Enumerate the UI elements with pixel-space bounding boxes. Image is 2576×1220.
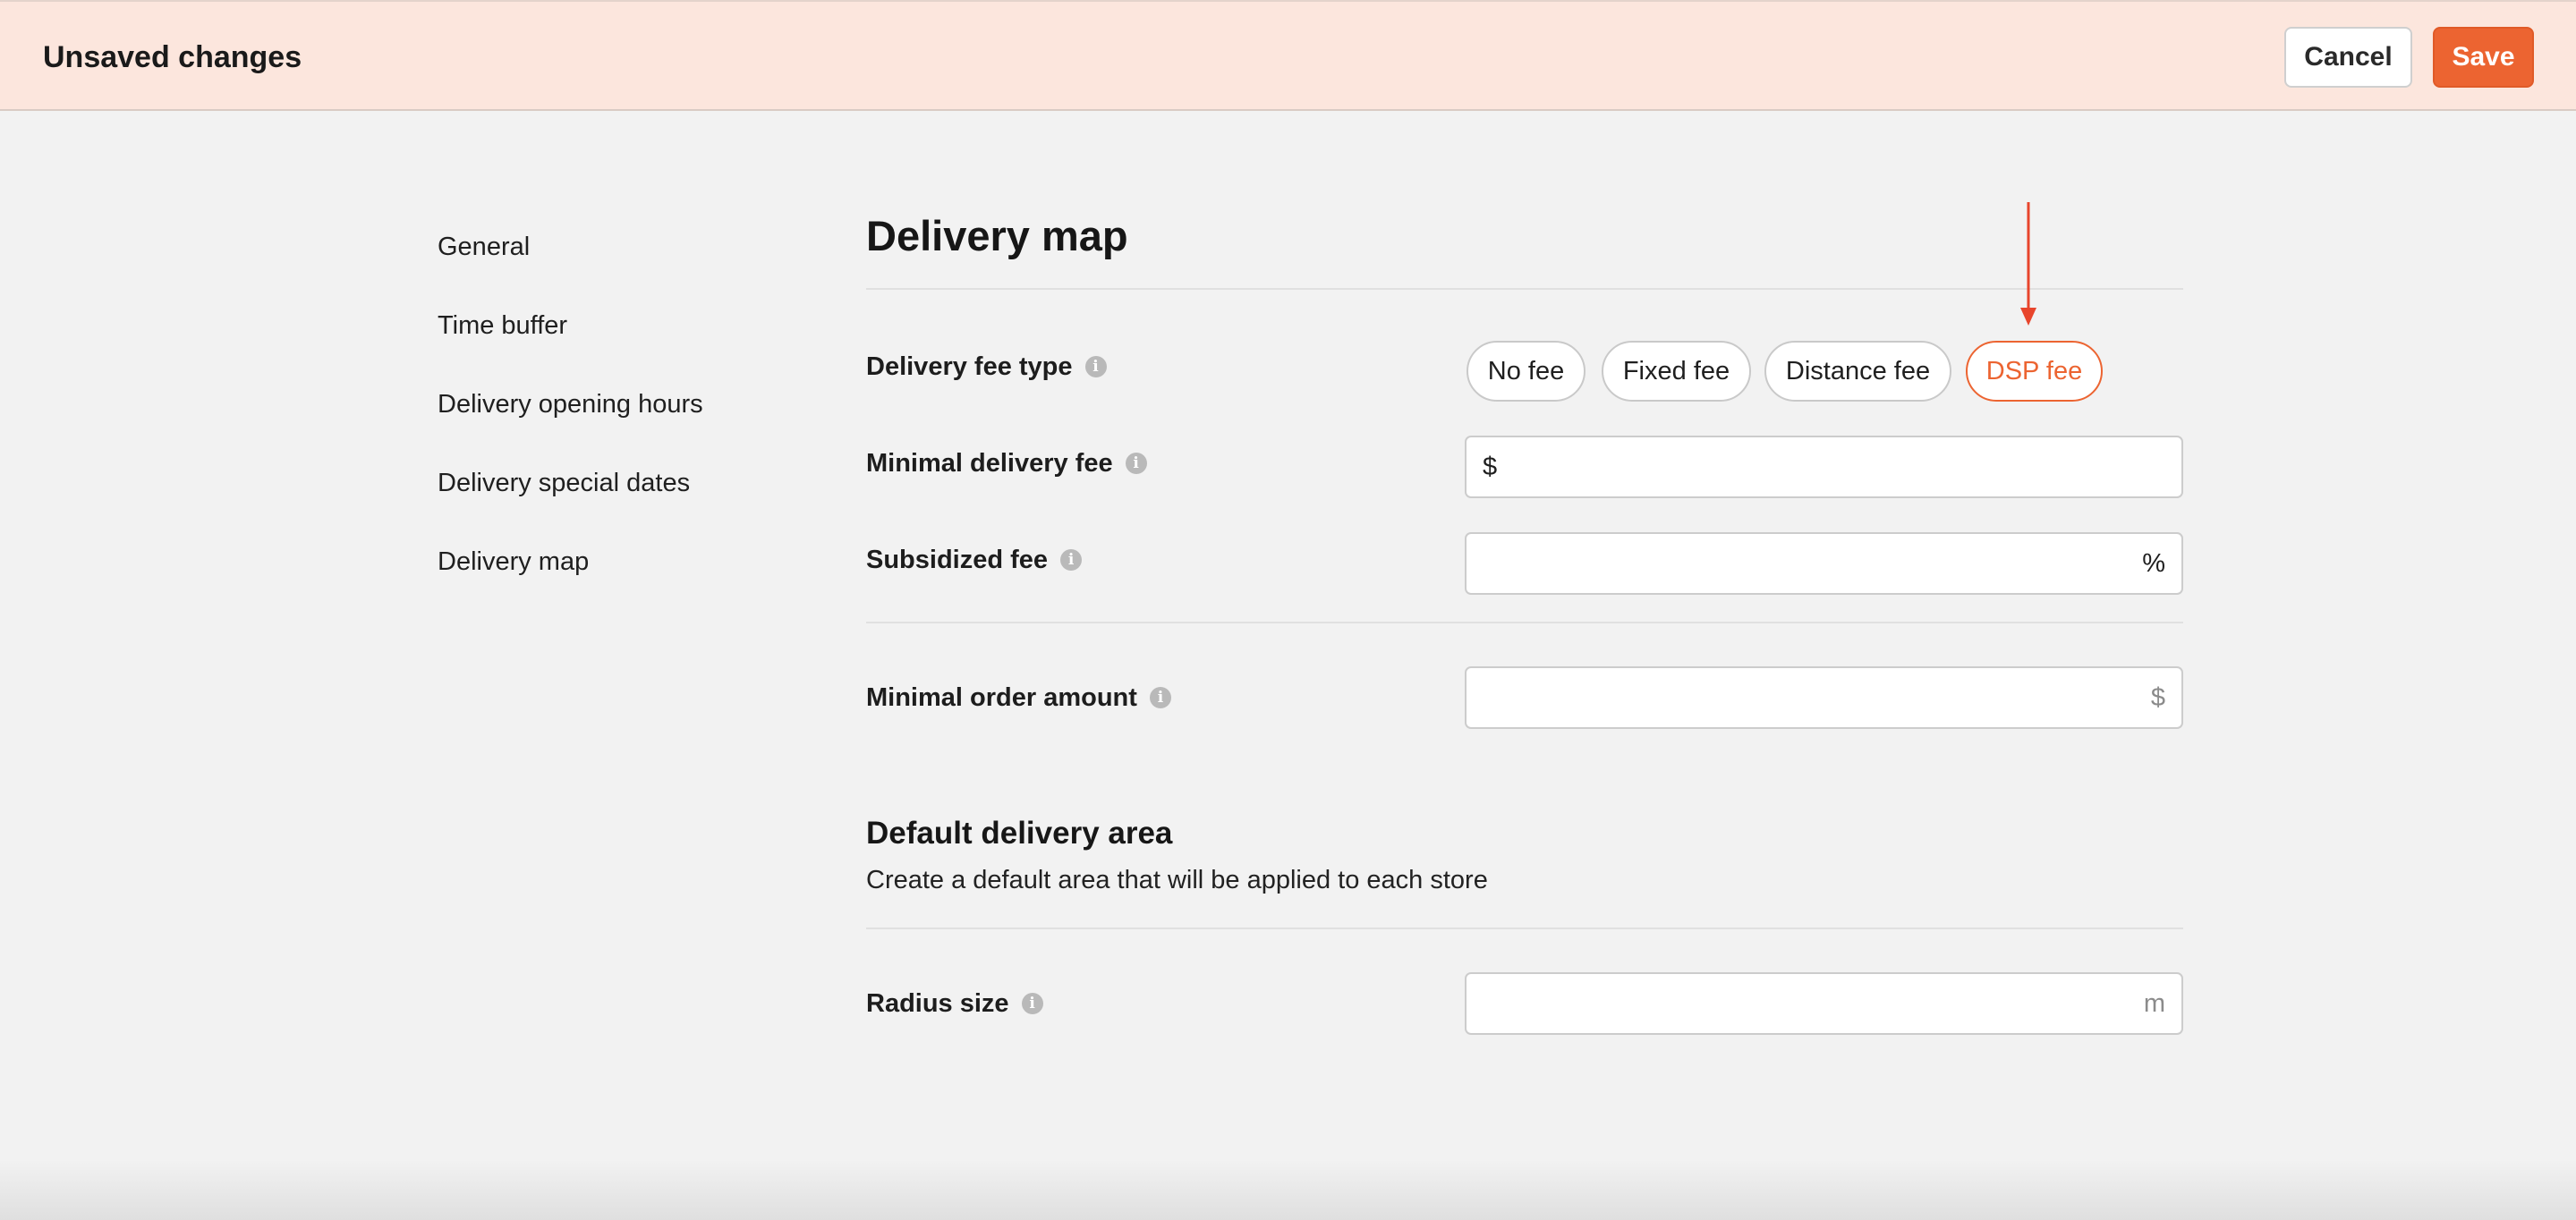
minimal-delivery-fee-text: Minimal delivery fee bbox=[866, 449, 1113, 478]
unsaved-changes-bar: Unsaved changes Cancel Save bbox=[0, 0, 2576, 111]
save-button[interactable]: Save bbox=[2433, 27, 2534, 88]
minimal-order-amount-label: Minimal order amount i bbox=[866, 682, 1171, 714]
delivery-fee-type-text: Delivery fee type bbox=[866, 352, 1073, 381]
subsidized-fee-text: Subsidized fee bbox=[866, 546, 1049, 574]
radius-size-text: Radius size bbox=[866, 989, 1009, 1018]
title-divider bbox=[866, 288, 2183, 290]
info-icon[interactable]: i bbox=[1021, 993, 1043, 1014]
fees-divider bbox=[866, 622, 2183, 623]
radius-size-label: Radius size i bbox=[866, 987, 1043, 1020]
fee-option-fixed-fee[interactable]: Fixed fee bbox=[1602, 341, 1751, 402]
unsaved-changes-title: Unsaved changes bbox=[43, 40, 302, 74]
sidebar-item-delivery-map[interactable]: Delivery map bbox=[438, 546, 589, 578]
arrow-down-icon bbox=[2020, 202, 2036, 326]
minimal-order-amount-text: Minimal order amount bbox=[866, 683, 1137, 712]
bottom-shadow bbox=[0, 1159, 2576, 1220]
default-delivery-area-subtitle: Create a default area that will be appli… bbox=[866, 866, 1488, 894]
minimal-order-amount-field[interactable]: $ bbox=[1465, 666, 2183, 729]
info-icon[interactable]: i bbox=[1084, 356, 1107, 377]
sidebar-item-delivery-opening-hours[interactable]: Delivery opening hours bbox=[438, 388, 703, 420]
info-icon[interactable]: i bbox=[1149, 687, 1171, 708]
fee-option-dsp-fee[interactable]: DSP fee bbox=[1966, 341, 2103, 402]
minimal-delivery-fee-field[interactable]: $ bbox=[1465, 436, 2183, 498]
subsidized-fee-field[interactable]: % bbox=[1465, 532, 2183, 595]
area-divider bbox=[866, 928, 2183, 929]
currency-prefix: $ bbox=[1483, 452, 1498, 481]
sidebar-item-general[interactable]: General bbox=[438, 231, 530, 263]
minimal-delivery-fee-input[interactable] bbox=[1497, 440, 2165, 494]
info-icon[interactable]: i bbox=[1125, 453, 1147, 474]
sidebar-item-time-buffer[interactable]: Time buffer bbox=[438, 309, 567, 342]
sidebar-item-delivery-special-dates[interactable]: Delivery special dates bbox=[438, 467, 690, 499]
subsidized-fee-label: Subsidized fee i bbox=[866, 544, 1083, 576]
delivery-fee-type-label: Delivery fee type i bbox=[866, 351, 1107, 383]
percent-suffix: % bbox=[2142, 548, 2165, 578]
subsidized-fee-input[interactable] bbox=[1483, 537, 2143, 590]
info-icon[interactable]: i bbox=[1060, 549, 1083, 571]
minimal-delivery-fee-label: Minimal delivery fee i bbox=[866, 447, 1147, 479]
fee-option-distance-fee[interactable]: Distance fee bbox=[1764, 341, 1951, 402]
radius-size-input[interactable] bbox=[1483, 977, 2144, 1030]
default-delivery-area-title: Default delivery area bbox=[866, 816, 1173, 851]
cancel-button[interactable]: Cancel bbox=[2284, 27, 2412, 88]
page-title: Delivery map bbox=[866, 212, 1128, 259]
meters-suffix: m bbox=[2143, 988, 2165, 1018]
fee-option-no-fee[interactable]: No fee bbox=[1467, 341, 1586, 402]
minimal-order-amount-input[interactable] bbox=[1483, 671, 2151, 724]
currency-suffix: $ bbox=[2150, 682, 2165, 712]
radius-size-field[interactable]: m bbox=[1465, 972, 2183, 1035]
